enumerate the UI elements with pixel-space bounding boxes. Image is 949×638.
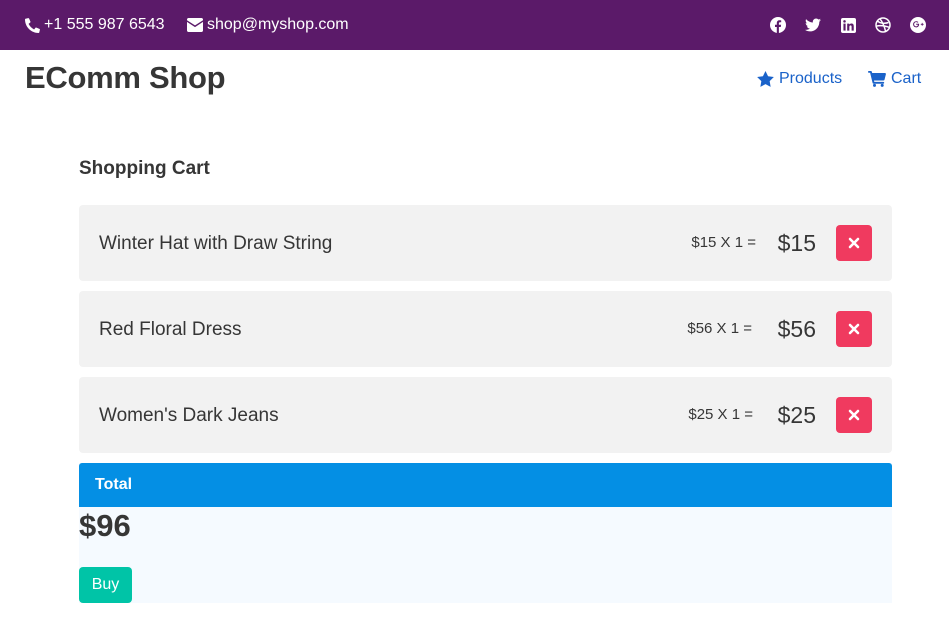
remove-item-button[interactable] (836, 225, 872, 261)
cart-title: Shopping Cart (79, 158, 210, 179)
dribbble-link[interactable] (874, 16, 892, 34)
cart-item: Women's Dark Jeans $25 X 1 = $25 (79, 377, 892, 453)
shopping-cart-icon (868, 71, 886, 87)
buy-button[interactable]: Buy (79, 567, 132, 603)
twitter-link[interactable] (804, 16, 822, 34)
dribbble-icon (875, 17, 891, 33)
item-price-calc: $15 X 1 = (691, 234, 756, 251)
nav-cart-label: Cart (891, 70, 922, 87)
email-address: shop@myshop.com (207, 16, 349, 33)
nav-cart-link[interactable]: Cart (868, 68, 921, 90)
item-subtotal: $25 (777, 402, 816, 428)
facebook-link[interactable] (769, 16, 787, 34)
total-header: Total (79, 463, 892, 507)
social-links (769, 0, 927, 50)
cart-item: Red Floral Dress $56 X 1 = $56 (79, 291, 892, 367)
item-price-calc: $25 X 1 = (688, 406, 753, 423)
contact-email[interactable]: shop@myshop.com (187, 0, 349, 50)
phone-number: +1 555 987 6543 (44, 16, 165, 33)
google-plus-link[interactable] (909, 16, 927, 34)
nav-products-link[interactable]: Products (757, 68, 842, 90)
remove-item-button[interactable] (836, 311, 872, 347)
item-subtotal: $56 (777, 316, 816, 342)
google-plus-icon (910, 17, 926, 33)
linkedin-icon (840, 17, 856, 33)
facebook-icon (770, 17, 786, 33)
item-name: Winter Hat with Draw String (99, 233, 333, 254)
brand-logo[interactable]: EComm Shop (25, 60, 226, 96)
close-icon (848, 323, 860, 335)
envelope-icon (187, 18, 203, 32)
cart-item: Winter Hat with Draw String $15 X 1 = $1… (79, 205, 892, 281)
close-icon (848, 409, 860, 421)
item-name: Women's Dark Jeans (99, 405, 279, 426)
total-amount: $96 (79, 508, 131, 543)
contact-phone[interactable]: +1 555 987 6543 (25, 0, 165, 50)
phone-icon (25, 17, 40, 33)
item-name: Red Floral Dress (99, 319, 242, 340)
nav-products-label: Products (779, 70, 843, 87)
twitter-icon (805, 18, 821, 32)
item-price-calc: $56 X 1 = (687, 320, 752, 337)
remove-item-button[interactable] (836, 397, 872, 433)
close-icon (848, 237, 860, 249)
linkedin-link[interactable] (839, 16, 857, 34)
item-subtotal: $15 (777, 230, 816, 256)
total-panel: Total $96 Buy (79, 463, 892, 603)
top-bar: +1 555 987 6543 shop@myshop.com (0, 0, 949, 50)
star-icon (757, 71, 774, 87)
